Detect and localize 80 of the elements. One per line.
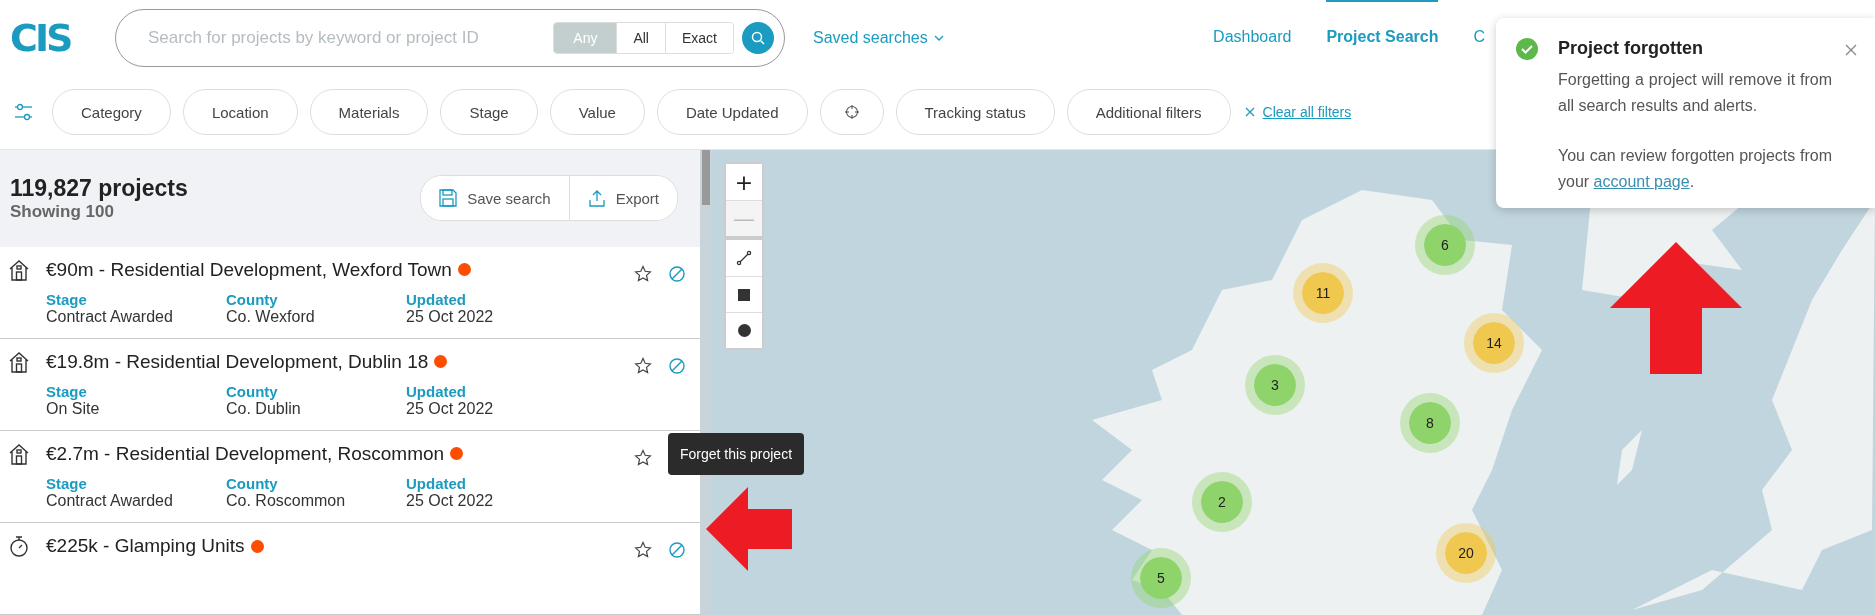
star-button[interactable] [634, 264, 652, 283]
field-value: 25 Oct 2022 [406, 492, 495, 510]
field-value: 25 Oct 2022 [406, 399, 495, 418]
search-icon [751, 30, 765, 45]
project-title[interactable]: €225k - Glamping Units [46, 535, 245, 557]
filter-settings-icon[interactable] [14, 102, 34, 122]
project-card[interactable]: €225k - Glamping Units [0, 523, 700, 615]
field-label: Updated [406, 475, 467, 492]
status-dot [450, 447, 464, 461]
prohibited-icon [668, 356, 686, 375]
project-card[interactable]: €19.8m - Residential Development, Dublin 18 Stage On Site County Co. Dublin Updated 25 Oct 2022 [0, 338, 700, 431]
forget-button[interactable] [668, 264, 686, 283]
project-title[interactable]: €2.7m - Residential Development, Roscommon [46, 443, 445, 465]
house-icon [8, 443, 30, 465]
field-label: Stage [46, 290, 88, 308]
filter-chip[interactable]: Stage [440, 89, 538, 135]
field-label: Updated [406, 290, 467, 308]
project-card[interactable]: €90m - Residential Development, Wexford Town Stage Contract Awarded County Co. Wexford Updated 25 Oct 2022 [0, 246, 700, 339]
star-icon [634, 356, 652, 375]
draw-tool-button[interactable] [726, 312, 762, 348]
project-title[interactable]: €90m - Residential Development, Wexford Town [46, 258, 452, 281]
stopwatch-icon [8, 535, 30, 557]
field-label: County [226, 290, 279, 308]
search-mode-toggle[interactable]: Exact [665, 22, 733, 53]
status-dot [434, 355, 448, 369]
status-dot [457, 263, 471, 277]
field-value: Contract Awarded [46, 307, 174, 326]
filter-chip[interactable]: Materials [309, 89, 429, 135]
field-label: County [226, 382, 279, 400]
field-label: County [226, 475, 279, 492]
filter-chip[interactable]: Value [549, 89, 645, 135]
map-cluster-marker[interactable]: 5 [1131, 548, 1191, 608]
square-icon [738, 288, 750, 301]
star-button[interactable] [634, 541, 652, 559]
field-value: Contract Awarded [46, 492, 174, 510]
close-icon[interactable] [1244, 107, 1255, 117]
account-page-link[interactable]: account page [1593, 173, 1690, 190]
field-value: Co. Dublin [226, 399, 302, 418]
filter-chip[interactable]: Location [182, 89, 298, 135]
result-count: 119,827 projects [10, 174, 188, 202]
tooltip: Forget this project [668, 433, 805, 475]
showing-count: Showing 100 [10, 201, 115, 222]
toast-message: You can review forgotten projects from your account page. [1558, 146, 1832, 192]
filter-chip[interactable]: Additional filters [1066, 89, 1231, 135]
circle-icon [737, 324, 751, 337]
toast-message: Forgetting a project will remove it from all search results and alerts. [1558, 70, 1832, 116]
field-label: Stage [46, 475, 88, 492]
field-value: Co. Roscommon [226, 492, 347, 510]
field-label: Updated [406, 382, 467, 400]
toast-title: Project forgotten [1558, 38, 1704, 59]
prohibited-icon [668, 541, 686, 559]
export-button[interactable]: Export [568, 176, 677, 221]
star-button[interactable] [634, 449, 652, 467]
field-label: Stage [46, 382, 88, 400]
line-icon [736, 250, 752, 266]
house-icon [8, 350, 30, 373]
star-icon [634, 264, 652, 283]
star-icon [634, 449, 652, 467]
field-value: Co. Wexford [226, 307, 316, 326]
close-icon [1845, 44, 1857, 56]
field-value: 25 Oct 2022 [406, 307, 495, 326]
status-dot [250, 539, 264, 553]
house-icon [8, 258, 30, 281]
filter-chip[interactable]: Category [52, 89, 171, 135]
filter-chip[interactable]: Tracking status [895, 89, 1055, 135]
project-title[interactable]: €19.8m - Residential Development, Dublin 18 [46, 350, 429, 373]
upload-icon [587, 189, 606, 208]
chevron-down-icon [933, 34, 944, 41]
star-icon [634, 541, 652, 559]
check-circle-icon [1516, 38, 1538, 60]
forget-button[interactable] [668, 541, 686, 559]
field-value: On Site [46, 399, 101, 418]
scrollbar-thumb[interactable] [702, 150, 710, 205]
filter-chip[interactable]: Date Updated [656, 89, 808, 135]
search-button[interactable] [742, 21, 774, 54]
forget-button[interactable] [668, 356, 686, 375]
filter-chip[interactable] [819, 89, 884, 135]
prohibited-icon [668, 264, 686, 283]
star-button[interactable] [634, 356, 652, 375]
crosshair-icon [844, 105, 859, 119]
